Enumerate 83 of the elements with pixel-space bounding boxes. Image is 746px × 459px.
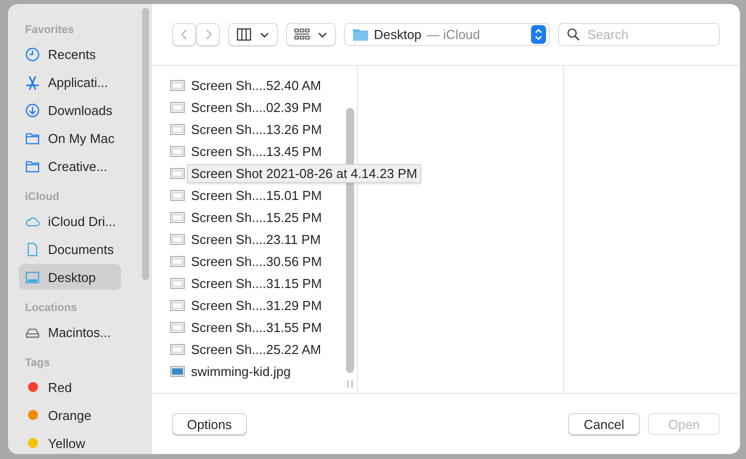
file-name[interactable]: Screen Sh....23.11 PM [187,230,325,248]
folder-icon [25,130,40,146]
section-header: Favorites [24,23,75,38]
file-name[interactable]: Screen Sh....31.15 PM [187,274,326,292]
sidebar-item[interactable]: Creative... [19,153,121,179]
desktop-icon [25,270,40,284]
download-icon [25,102,40,118]
resize-handle-icon[interactable] [347,380,353,388]
sidebar-item[interactable]: Orange [19,402,121,428]
dialog-button[interactable]: Options [172,413,247,435]
sidebar-item[interactable]: Recents [19,41,121,67]
sidebar-label: Downloads [48,102,112,118]
grid-icon [294,28,310,41]
sidebar-label: Creative... [48,158,108,174]
sidebar-label: Documents [48,242,114,256]
sidebar-item[interactable]: Macintos... [19,319,121,345]
file-name[interactable]: Screen Sh....52.40 AM [187,76,326,94]
file-name[interactable]: Screen Sh....13.26 PM [187,120,326,138]
sidebar-item[interactable]: Downloads [19,97,121,123]
caret-icon [318,32,328,38]
file-name[interactable]: Screen Sh....02.39 PM [187,98,326,116]
file-name[interactable]: Screen Sh....31.29 PM [187,296,326,314]
location-popup[interactable]: Desktop — iCloud [344,23,550,46]
screenshot-file-icon [170,344,185,354]
screenshot-file-icon [170,234,185,244]
file-name[interactable]: Screen Sh....15.01 PM [187,186,326,204]
image-file-icon [170,366,185,376]
screenshot-file-icon [170,146,185,156]
screenshot-file-icon [170,278,185,288]
screenshot-file-icon [170,212,185,222]
screenshot-file-icon [170,256,185,266]
screenshot-file-icon [170,168,185,178]
folder-icon [352,27,369,42]
sidebar-label: Recents [48,46,96,62]
sidebar-item[interactable]: Documents [19,236,121,262]
forward-button[interactable] [196,23,220,46]
location-name: Desktop [374,27,422,42]
search-icon [567,28,580,41]
caret-icon [260,32,270,38]
sidebar-item[interactable]: On My Mac [19,125,121,151]
screenshot-file-icon [170,190,185,200]
sidebar-item[interactable]: iCloud Dri... [19,208,121,234]
file-name[interactable]: swimming-kid.jpg [187,362,295,380]
sidebar-item[interactable]: Desktop [19,264,121,290]
group-button[interactable] [286,23,336,46]
back-chevron-icon [180,28,188,41]
location-suffix: — iCloud [426,27,482,42]
forward-chevron-icon [204,28,212,41]
section-header: Locations [24,301,78,316]
sidebar-item[interactable]: Applicati... [19,69,121,95]
section-header: Tags [24,356,51,371]
sidebar-label: On My Mac [48,130,114,146]
sidebar-label: Red [48,380,72,394]
screenshot-file-icon [170,102,185,112]
file-name[interactable]: Screen Sh....25.22 AM [187,340,326,358]
sidebar-label: Applicati... [48,74,108,90]
sidebar-label: Macintos... [48,324,111,340]
sidebar-label: iCloud Dri... [48,214,116,228]
dialog-button[interactable]: Cancel [568,413,640,435]
screenshot-file-icon [170,300,185,310]
back-button[interactable] [172,23,196,46]
view-mode-button[interactable] [228,23,278,46]
file-name[interactable]: Screen Sh....30.56 PM [187,252,326,270]
sidebar-label: Orange [48,408,92,422]
sidebar-item[interactable]: Yellow [19,430,121,454]
stepper-icon [531,25,546,44]
sidebar-label: Yellow [48,436,86,450]
clock-icon [25,46,40,62]
section-header: iCloud [24,190,60,205]
file-name[interactable]: Screen Sh....31.55 PM [187,318,326,336]
app-store-icon [25,74,40,90]
sidebar-label: Desktop [48,270,96,284]
columns-icon [236,28,252,41]
search-field[interactable]: Search [558,23,720,46]
document-icon [25,242,40,256]
file-name[interactable]: Screen Shot 2021-08-26 at 4.14.23 PM [187,164,422,182]
file-name[interactable]: Screen Sh....15.25 PM [187,208,326,226]
screenshot-file-icon [170,322,185,332]
sidebar-item[interactable]: Red [19,374,121,400]
screenshot-file-icon [170,124,185,134]
screenshot-file-icon [170,80,185,90]
folder-icon [25,158,40,174]
file-name[interactable]: Screen Sh....13.45 PM [187,142,326,160]
